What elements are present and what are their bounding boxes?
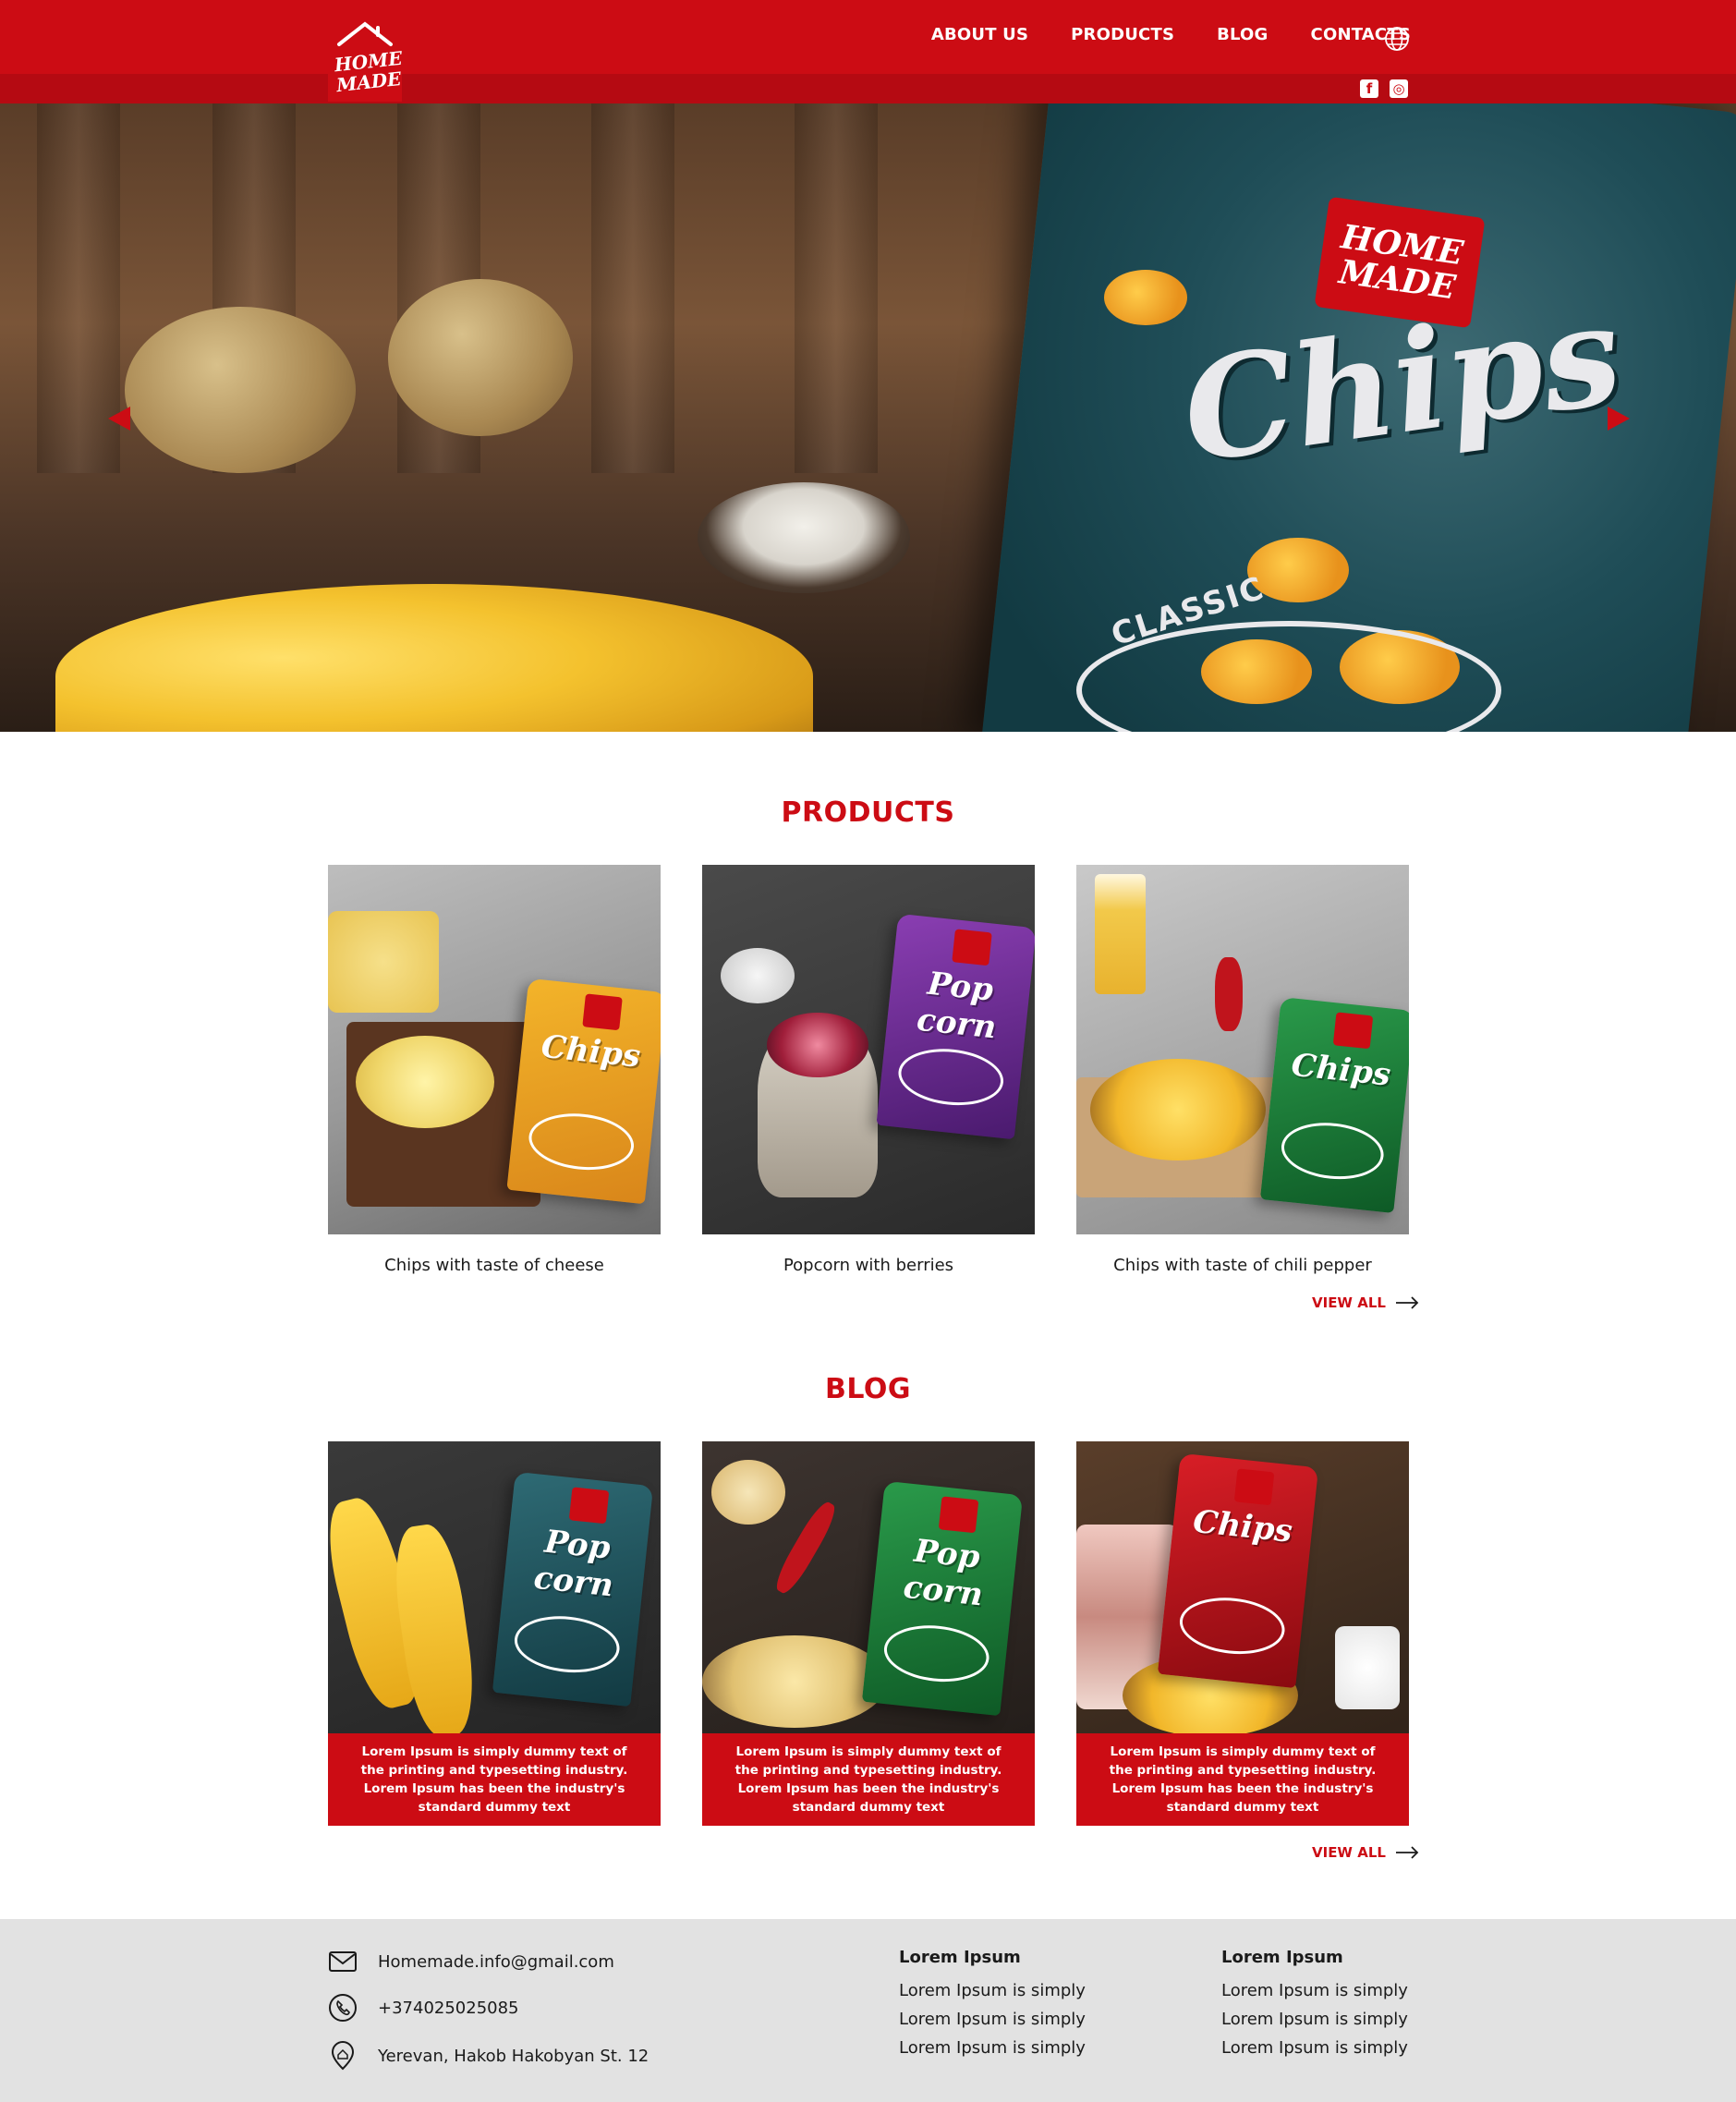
house-roof-icon (337, 21, 393, 46)
beer-glass (1095, 874, 1146, 994)
site-logo[interactable]: HOME MADE (328, 17, 404, 102)
facebook-icon[interactable]: f (1360, 79, 1378, 98)
mail-icon (329, 1951, 357, 1972)
view-all-label: VIEW ALL (1312, 1294, 1386, 1311)
site-header (0, 0, 1736, 74)
arrow-right-icon (1395, 1846, 1419, 1859)
nav-blog[interactable]: BLOG (1217, 25, 1268, 44)
hero-chips-pile (55, 584, 813, 732)
footer-phone[interactable]: +374025025085 (328, 1993, 519, 2023)
arrow-right-icon (1395, 1296, 1419, 1309)
site-footer (0, 1919, 1736, 2102)
hero-prev-arrow[interactable] (108, 407, 130, 431)
hero-salt-bowl (698, 482, 910, 593)
cheese-block (328, 911, 439, 1013)
phone-icon (329, 1994, 357, 2022)
blog-pack: Pop corn (861, 1480, 1024, 1717)
milk-glass (1335, 1626, 1400, 1709)
blog-title: BLOG (824, 1373, 912, 1405)
products-view-all-link[interactable]: VIEW ALL (1312, 1294, 1419, 1311)
header-strip (0, 74, 1736, 103)
footer-column-title: Lorem Ipsum (1221, 1948, 1343, 1967)
footer-column-title: Lorem Ipsum (899, 1948, 1021, 1967)
product-pack: Chips (506, 978, 661, 1205)
product-card-image[interactable]: Pop corn (702, 865, 1035, 1234)
footer-link[interactable]: Lorem Ipsum is simply (899, 2034, 1086, 2062)
footer-column-1: Lorem Ipsum Lorem Ipsum is simply Lorem … (899, 1948, 1086, 2062)
blog-excerpt: Lorem Ipsum is simply dummy text of the … (702, 1733, 1035, 1826)
corn-cob (387, 1521, 481, 1741)
location-icon (331, 2041, 355, 2071)
hero-potato (125, 307, 356, 473)
nav-products[interactable]: PRODUCTS (1071, 25, 1174, 44)
hero-next-arrow[interactable] (1608, 407, 1630, 431)
product-card-image[interactable]: Chips (1076, 865, 1409, 1234)
view-all-label: VIEW ALL (1312, 1844, 1386, 1861)
hero-slider: HOME MADE Chips CLASSIC (0, 103, 1736, 732)
products-title: PRODUCTS (781, 796, 955, 829)
footer-link[interactable]: Lorem Ipsum is simply (1221, 2005, 1408, 2034)
blog-pack: Pop corn (492, 1471, 654, 1707)
footer-address[interactable]: Yerevan, Hakob Hakobyan St. 12 (328, 2041, 649, 2071)
hero-chip (1104, 270, 1187, 325)
product-caption[interactable]: Chips with taste of chili pepper (1076, 1256, 1409, 1275)
blog-view-all-link[interactable]: VIEW ALL (1312, 1844, 1419, 1861)
blog-excerpt: Lorem Ipsum is simply dummy text of the … (328, 1733, 661, 1826)
popcorn-bowl (711, 1460, 785, 1525)
product-caption[interactable]: Popcorn with berries (702, 1256, 1035, 1275)
hero-potato (388, 279, 573, 436)
chips-basket (1090, 1059, 1266, 1160)
footer-link[interactable]: Lorem Ipsum is simply (1221, 1976, 1408, 2005)
product-pack: Chips (1259, 997, 1409, 1213)
footer-link[interactable]: Lorem Ipsum is simply (1221, 2034, 1408, 2062)
product-pack: Pop corn (876, 913, 1035, 1140)
footer-link[interactable]: Lorem Ipsum is simply (899, 1976, 1086, 2005)
phone-text: +374025025085 (378, 1998, 519, 2018)
nav-about-us[interactable]: ABOUT US (931, 25, 1028, 44)
blog-excerpt: Lorem Ipsum is simply dummy text of the … (1076, 1733, 1409, 1826)
berry-popcorn (767, 1013, 868, 1077)
globe-icon[interactable] (1384, 26, 1410, 52)
footer-column-2: Lorem Ipsum Lorem Ipsum is simply Lorem … (1221, 1948, 1408, 2062)
chips-heap (356, 1036, 494, 1128)
logo-text: HOME MADE (333, 46, 404, 97)
blog-card[interactable]: Pop corn Lorem Ipsum is simply dummy tex… (328, 1441, 661, 1826)
hero-wood-plank (795, 103, 878, 473)
product-caption[interactable]: Chips with taste of cheese (328, 1256, 661, 1275)
product-card-image[interactable]: Chips (328, 865, 661, 1234)
footer-email[interactable]: Homemade.info@gmail.com (328, 1947, 614, 1976)
popcorn-pile (702, 1635, 887, 1728)
instagram-icon[interactable]: ◎ (1390, 79, 1408, 98)
chili-pepper (1215, 957, 1243, 1031)
hero-wood-plank (591, 103, 674, 473)
bowl (721, 948, 795, 1003)
blog-pack: Chips (1157, 1452, 1319, 1689)
social-links: f ◎ (1360, 79, 1408, 98)
email-text: Homemade.info@gmail.com (378, 1951, 614, 1972)
address-text: Yerevan, Hakob Hakobyan St. 12 (378, 2046, 649, 2066)
blog-card[interactable]: Pop corn Lorem Ipsum is simply dummy tex… (702, 1441, 1035, 1826)
footer-link[interactable]: Lorem Ipsum is simply (899, 2005, 1086, 2034)
blog-card[interactable]: Chips Lorem Ipsum is simply dummy text o… (1076, 1441, 1409, 1826)
main-nav: ABOUT US PRODUCTS BLOG CONTACTS (931, 25, 1411, 44)
chili-pepper (771, 1498, 841, 1598)
